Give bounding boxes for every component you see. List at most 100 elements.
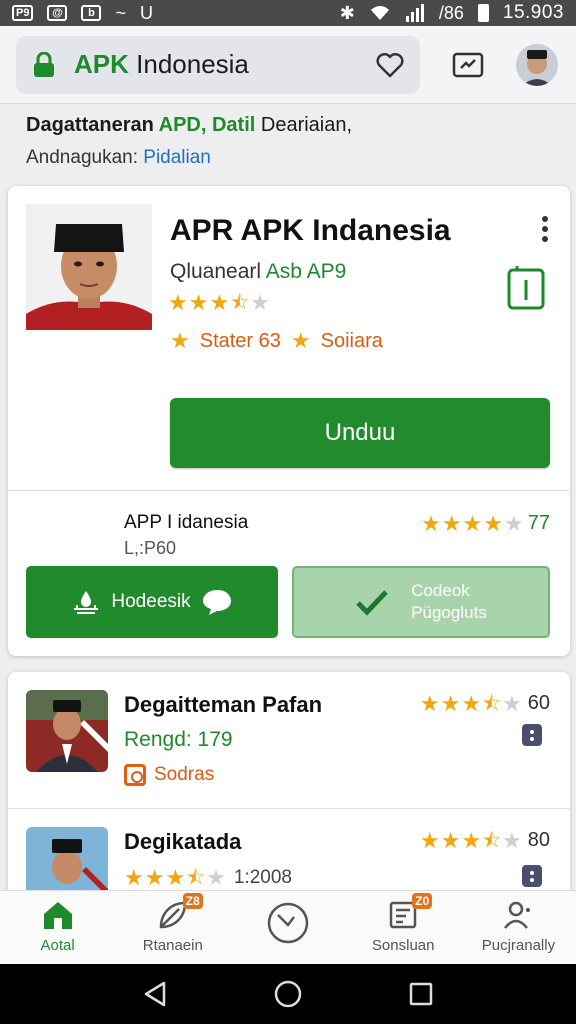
star-icon: ★ [504, 510, 524, 536]
list-item-inline-rating-text: 1:2008 [233, 867, 293, 888]
star-icon: ★ [209, 290, 230, 315]
list-item-tag: Sodras [124, 764, 214, 786]
signal-text: /86 [438, 2, 464, 23]
codeok-label-line2: Pügogluts [411, 603, 487, 622]
profile-photo [516, 43, 558, 86]
list-item-inline-rating: ★ ★ ★ ⯪ ★ 1:2008 [124, 865, 293, 890]
star-icon: ★ [502, 827, 522, 853]
breadcrumb-link[interactable]: Pidalian [143, 147, 211, 168]
install-icon [74, 591, 99, 614]
app-badges: ★ Stater 63 ★ Soiiara [170, 328, 383, 354]
more-options-icon[interactable] [538, 216, 552, 242]
star-icon: ★ [440, 690, 461, 716]
nav-rtanaein[interactable]: Z8 Rtanaein [115, 891, 230, 964]
battery-icon [477, 4, 489, 22]
app-subtitle-prefix: Qluanearl [170, 260, 266, 283]
badge-stater: Stater 63 [199, 329, 281, 352]
nav-clock[interactable] [230, 891, 345, 964]
share-icon [452, 52, 484, 77]
list-item-thumbnail [26, 690, 108, 772]
notification-icon: ~ [115, 2, 126, 23]
star-icon: ⯪ [482, 829, 502, 852]
app-rating-stars: ★ ★ ★ ⯪ ★ [168, 290, 270, 315]
favorite-button[interactable] [376, 52, 404, 78]
secondary-rating-stars: ★ ★ ★ ★ ★ [421, 510, 524, 536]
star-icon: ★ [461, 690, 482, 716]
star-icon: ★ [483, 510, 504, 536]
nav-label: Aotal [40, 937, 75, 954]
list-item-rating-value: 60 [527, 692, 550, 714]
url-text: APK Indonesia [74, 49, 376, 80]
star-icon: ★ [170, 328, 190, 353]
system-navigation-bar [0, 964, 576, 1024]
list-item-title: Degaitteman Pafan [124, 692, 323, 717]
url-highlight: APK [74, 49, 129, 79]
back-icon[interactable] [142, 980, 168, 1008]
nav-label: Sonsluan [371, 937, 435, 954]
address-bar[interactable]: APK Indonesia [16, 35, 420, 94]
person-icon [504, 901, 531, 929]
star-icon: ★ [165, 865, 186, 890]
nav-home[interactable]: Aotal [0, 891, 115, 964]
nav-sonsluan[interactable]: Z0 Sonsluan [346, 891, 461, 964]
bookmark-icon [507, 266, 545, 310]
star-icon: ★ [168, 290, 188, 315]
codeok-label: Codeok Pügogluts [411, 580, 487, 624]
camera-icon [124, 764, 146, 786]
recents-icon[interactable] [408, 981, 434, 1007]
nav-badge: Z8 [182, 893, 203, 909]
star-icon: ★ [441, 510, 462, 536]
app-list-card: Degaitteman Pafan Rengd: 179 Sodras ★ ★ ★ ⯪… [8, 672, 570, 912]
star-icon: ★ [462, 510, 483, 536]
list-item-stars: ★ ★ ★ ⯪ ★ [419, 690, 522, 716]
url-rest: Indonesia [128, 49, 249, 79]
clock-time: 15.903 [502, 2, 564, 23]
list-item-rating: ★ ★ ★ ⯪ ★ 60 [420, 692, 550, 715]
notification-icon: @ [47, 5, 68, 21]
list-item[interactable]: Degaitteman Pafan Rengd: 179 Sodras ★ ★ ★ ⯪… [8, 672, 570, 802]
app-detail-card: APR APK Indanesia Qluanearl Asb AP9 ★ ★ ★ ⯪… [8, 186, 570, 656]
signal-icon [405, 4, 424, 22]
breadcrumb-category-link[interactable]: APD, Datil [159, 114, 256, 136]
secondary-app-size: L,:P60 [124, 538, 177, 558]
list-item-rating: ★ ★ ★ ⯪ ★ 80 [420, 829, 550, 852]
home-icon [43, 902, 72, 929]
app-portrait-image [26, 204, 152, 330]
wifi-icon [370, 6, 389, 20]
list-item-stars: ★ ★ ★ ⯪ ★ [124, 865, 226, 890]
chat-bubble-icon [202, 590, 231, 615]
hodeesik-button[interactable]: Hodeesik [26, 566, 278, 638]
avatar[interactable] [516, 43, 558, 86]
breadcrumb-label: Andnagukan: [26, 147, 144, 168]
nav-label: Pucjranally [481, 937, 556, 954]
nav-profile[interactable]: Pucjranally [461, 891, 576, 964]
star-icon: ★ [419, 690, 440, 716]
list-item-title: Degikatada [124, 829, 242, 854]
list-item-menu-icon[interactable] [522, 865, 542, 887]
share-button[interactable] [452, 51, 484, 79]
hodeesik-label: Hodeesik [111, 591, 191, 612]
list-item-menu-icon[interactable] [522, 724, 542, 746]
app-subtitle-green: Asb AP9 [265, 260, 347, 283]
clock-icon [267, 902, 309, 943]
star-icon: ★ [290, 328, 311, 353]
star-icon: ★ [419, 827, 440, 853]
star-icon: ⯪ [482, 692, 502, 715]
home-circle-icon[interactable] [273, 979, 303, 1009]
top-bar: APK Indonesia [0, 26, 576, 104]
list-item-subtitle: Rengd: 179 [124, 728, 233, 751]
star-icon: ★ [206, 865, 226, 890]
divider [8, 490, 570, 491]
breadcrumb-prefix: Dagattaneran [26, 114, 159, 136]
notification-icon: P9 [12, 5, 34, 21]
star-icon: ★ [188, 290, 209, 315]
bookmark-button[interactable] [506, 266, 546, 317]
app-title: APR APK Indanesia [170, 214, 451, 247]
breadcrumb: Dagattaneran APD, Datil Deariaian, Andna… [26, 110, 556, 172]
notification-icon: b [81, 5, 102, 21]
install-button[interactable]: Unduu [170, 398, 550, 468]
breadcrumb-line1: Dagattaneran APD, Datil Deariaian, [26, 110, 556, 140]
nav-badge: Z0 [412, 893, 433, 909]
nav-label: Rtanaein [142, 937, 203, 954]
codeok-button[interactable]: Codeok Pügogluts [292, 566, 550, 638]
